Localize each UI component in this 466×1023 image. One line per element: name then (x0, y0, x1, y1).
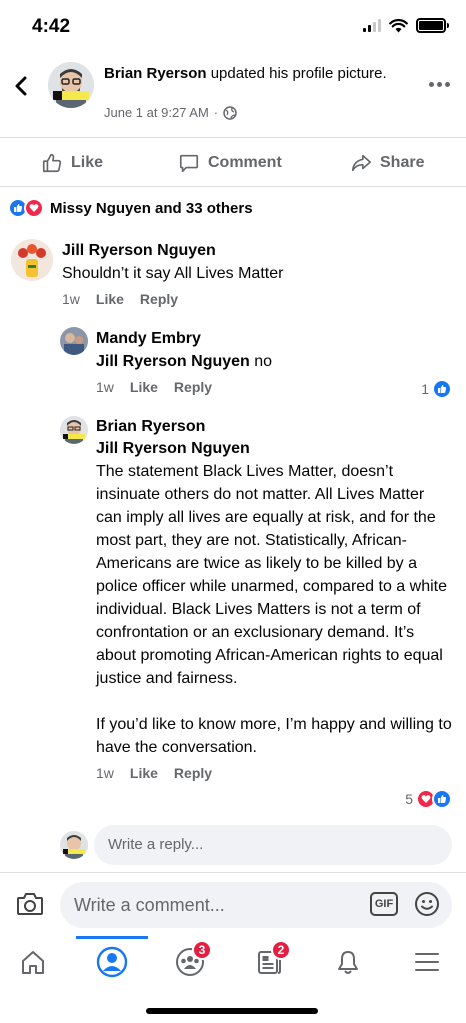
comment-input[interactable]: Write a comment... GIF (60, 882, 452, 928)
reply-text: If you’d like to know more, I’m happy an… (96, 716, 452, 756)
meta-separator: · (213, 105, 219, 120)
reply-reaction-count[interactable]: 5 (405, 789, 452, 809)
comment-footer: 1w Like Reply (62, 291, 452, 307)
like-icon (42, 153, 62, 173)
avatar-illustration (60, 831, 88, 859)
status-time: 4:42 (32, 16, 71, 37)
tab-profile[interactable] (90, 940, 134, 984)
tab-notifications[interactable] (326, 940, 370, 984)
post-header: Brian Ryerson updated his profile pictur… (0, 56, 466, 136)
post-action-text: updated his profile picture. (210, 65, 387, 82)
like-button[interactable]: Like (41, 152, 103, 174)
comment-author[interactable]: Jill Ryerson Nguyen (62, 240, 452, 262)
news-badge: 2 (271, 940, 291, 960)
reply-text: Jill Ryerson Nguyen no (96, 350, 452, 373)
comment: Jill Ryerson Nguyen Shouldn’t it say All… (62, 240, 452, 307)
reply-reply-button[interactable]: Reply (174, 765, 212, 781)
globe-icon (223, 105, 237, 120)
reply-like-button[interactable]: Like (130, 765, 158, 781)
post-actions: Like Comment Share (0, 138, 466, 188)
reply-like-button[interactable]: Like (130, 379, 158, 395)
reply-avatar[interactable] (60, 327, 88, 355)
post-timestamp[interactable]: June 1 at 9:27 AM (104, 105, 209, 120)
commenter-avatar[interactable] (11, 239, 53, 281)
reactions-text: Missy Nguyen and 33 others (50, 199, 253, 217)
reply-input[interactable]: Write a reply... (94, 825, 452, 865)
reply-author[interactable]: Brian Ryerson (96, 416, 452, 438)
bell-icon (338, 951, 358, 974)
status-bar: 4:42 (0, 0, 466, 54)
post-author[interactable]: Brian Ryerson (104, 65, 207, 82)
wifi-icon (389, 18, 408, 32)
tab-menu[interactable] (405, 940, 449, 984)
tab-home[interactable] (11, 940, 55, 984)
post-title: Brian Ryerson updated his profile pictur… (104, 64, 404, 84)
signal-icon (363, 19, 381, 32)
reactions-summary[interactable]: Missy Nguyen and 33 others (8, 196, 253, 220)
comment-input-placeholder: Write a comment... (74, 895, 225, 915)
reply-reaction-number: 1 (421, 381, 429, 397)
reply-reply-button[interactable]: Reply (174, 379, 212, 395)
active-tab-indicator (76, 936, 148, 939)
share-label: Share (380, 154, 425, 171)
comment-like-button[interactable]: Like (96, 291, 124, 307)
reply-reaction-count[interactable]: 1 (421, 379, 452, 399)
home-indicator (146, 1008, 318, 1014)
like-reaction-icon (432, 379, 452, 399)
avatar-illustration (60, 416, 88, 444)
tab-groups[interactable]: 3 (168, 940, 212, 984)
tab-news[interactable]: 2 (247, 940, 291, 984)
author-avatar[interactable] (48, 62, 94, 108)
love-reaction-icon (24, 198, 44, 218)
share-button[interactable]: Share (350, 152, 424, 174)
share-icon (351, 154, 371, 172)
reply-body: no (249, 353, 273, 370)
back-icon[interactable] (10, 74, 34, 98)
comment-text: Shouldn’t it say All Lives Matter (62, 265, 284, 282)
actions-divider (0, 186, 466, 187)
avatar-illustration (48, 62, 94, 108)
reply-author[interactable]: Mandy Embry (96, 328, 452, 350)
like-reaction-icon (432, 789, 452, 809)
post-meta: June 1 at 9:27 AM · (104, 105, 237, 120)
comment-reply-button[interactable]: Reply (140, 291, 178, 307)
groups-badge: 3 (192, 940, 212, 960)
menu-icon (415, 953, 439, 971)
more-icon[interactable] (429, 82, 450, 87)
reply-mention[interactable]: Jill Ryerson Nguyen (96, 438, 452, 460)
avatar-illustration (11, 239, 53, 281)
reply-time: 1w (96, 765, 114, 781)
reply-avatar[interactable] (60, 416, 88, 444)
status-icons (363, 18, 449, 33)
home-icon (22, 951, 44, 974)
gif-icon[interactable]: GIF (370, 892, 398, 916)
reply-text: The statement Black Lives Matter, doesn’… (96, 463, 447, 687)
comment-button[interactable]: Comment (178, 152, 282, 174)
reply-footer: 1w Like Reply (96, 765, 452, 781)
profile-icon (96, 946, 128, 978)
comment-composer: Write a comment... GIF (0, 872, 466, 936)
battery-icon (416, 18, 449, 33)
reply-footer: 1w Like Reply (96, 379, 452, 395)
emoji-icon[interactable] (414, 891, 440, 917)
current-user-avatar (60, 831, 88, 859)
camera-icon[interactable] (16, 891, 44, 917)
comment-icon (179, 154, 199, 173)
reply-reaction-number: 5 (405, 791, 413, 807)
reply: Brian Ryerson Jill Ryerson Nguyen The st… (96, 416, 452, 781)
reply-time: 1w (96, 379, 114, 395)
comment-time: 1w (62, 291, 80, 307)
reply: Mandy Embry Jill Ryerson Nguyen no 1w Li… (96, 328, 452, 395)
reply-mention[interactable]: Jill Ryerson Nguyen (96, 353, 250, 370)
avatar-illustration (60, 327, 88, 355)
tab-bar: 3 2 (0, 936, 466, 986)
like-label: Like (71, 154, 104, 171)
comment-label: Comment (208, 154, 282, 171)
